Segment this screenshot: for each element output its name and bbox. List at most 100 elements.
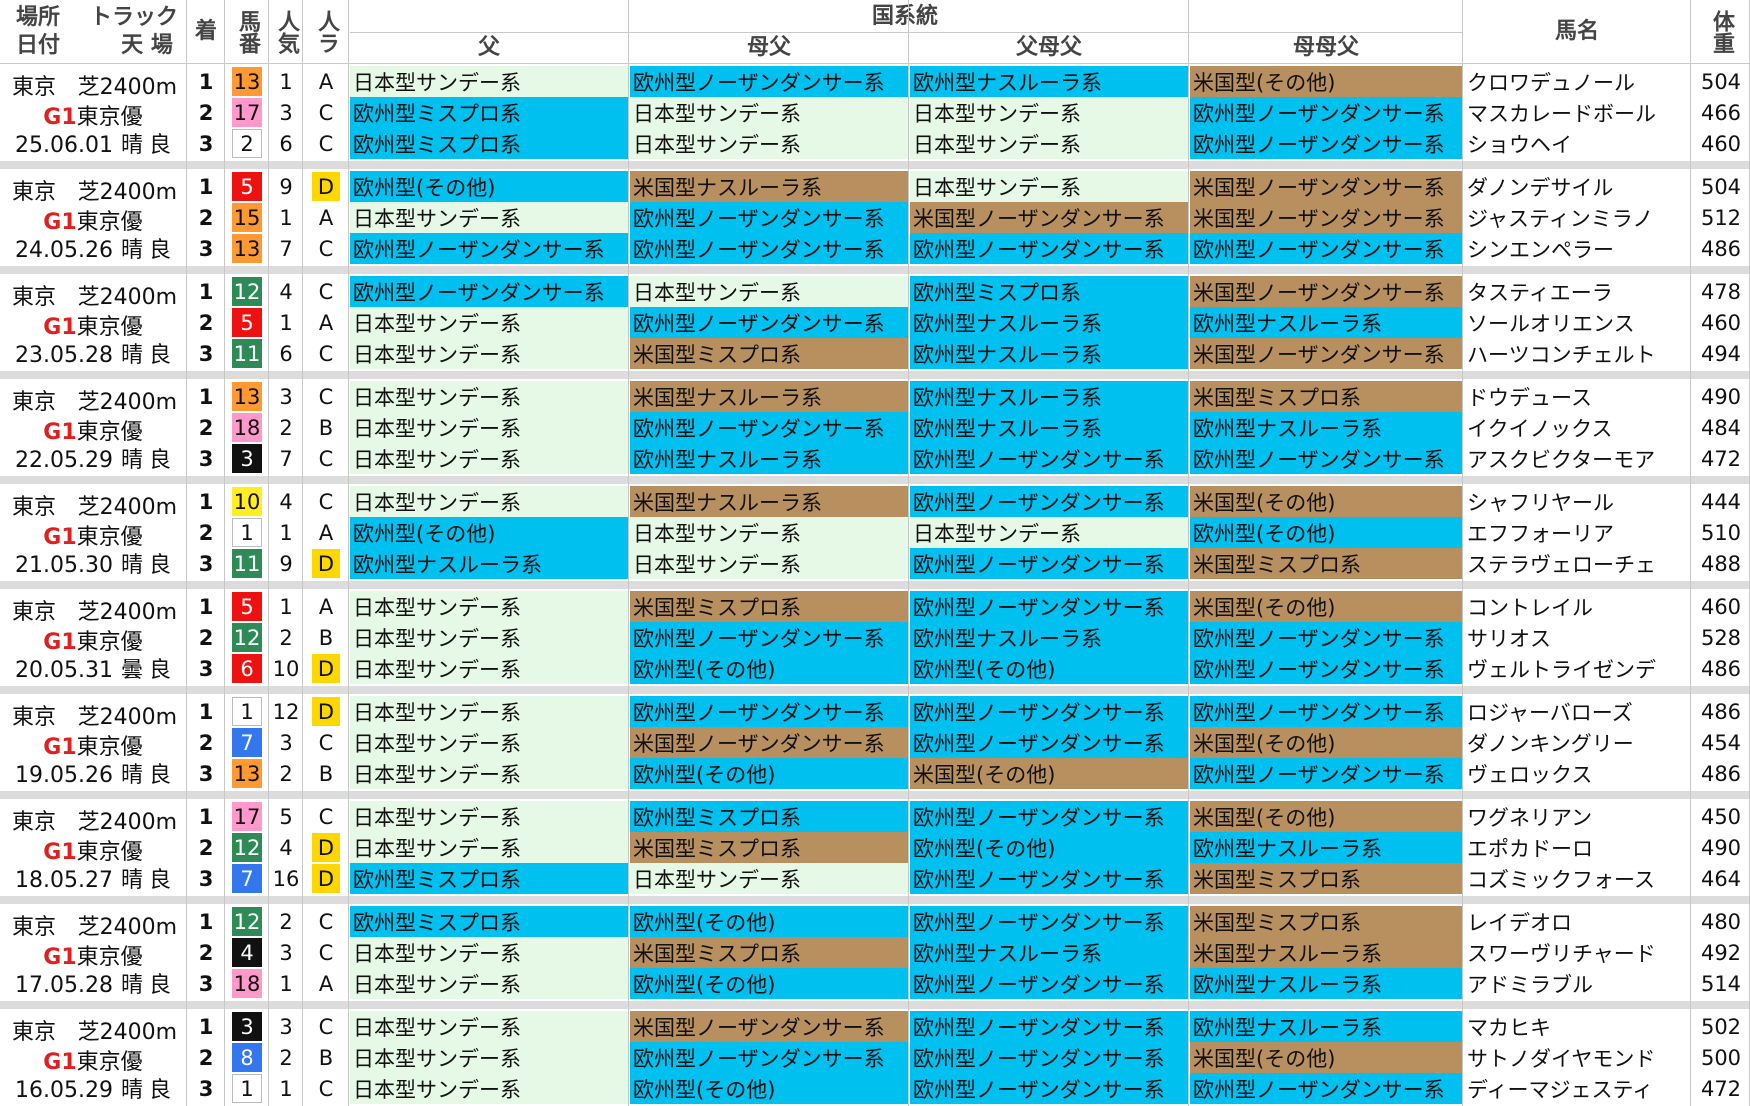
sire-lineage: 欧州型ミスプロ系 [350, 97, 628, 128]
horse-name: アスクビクターモア [1467, 447, 1656, 472]
popularity: 1 [279, 310, 293, 335]
horse-weight: 460 [1700, 131, 1742, 156]
sire-dam-sire-lineage: 欧州型ノーザンダンサー系 [910, 968, 1188, 999]
horse-name: イクイノックス [1467, 416, 1613, 441]
table-row[interactable]: 2 18 2 B 日本型サンデー系 欧州型ノーザンダンサー系 欧州型ナスルーラ系 欧州型ナスル… [0, 412, 1750, 443]
table-row[interactable]: 2 5 1 A 日本型サンデー系 欧州型ノーザンダンサー系 欧州型ナスルーラ系 欧州型ナスルー… [0, 307, 1750, 338]
horse-number-badge: 13 [226, 758, 268, 789]
horse-weight: 478 [1700, 279, 1742, 304]
horse-number-badge-text: 7 [232, 728, 262, 757]
header-chaku: 着 [194, 19, 217, 44]
finish-position: 3 [198, 236, 214, 261]
horse-number-badge: 11 [226, 338, 268, 369]
table-row[interactable]: 3 11 9 D 欧州型ナスルーラ系 日本型サンデー系 欧州型ノーザンダンサー系 米国型ミスプ… [0, 548, 1750, 579]
popularity-rank: B [318, 415, 334, 440]
table-row[interactable]: 3 7 16 D 欧州型ミスプロ系 日本型サンデー系 欧州型ノーザンダンサー系 米国型ミスプロ… [0, 863, 1750, 894]
horse-number-badge-text: 17 [232, 98, 262, 127]
horse-weight: 480 [1700, 909, 1742, 934]
table-row[interactable]: 1 5 1 A 日本型サンデー系 米国型ミスプロ系 欧州型ノーザンダンサー系 米国型(その他)… [0, 591, 1750, 622]
dam-dam-sire-lineage: 米国型(その他) [1190, 801, 1462, 832]
table-row[interactable]: 1 12 2 C 欧州型ミスプロ系 欧州型(その他) 欧州型ノーザンダンサー系 米国型ミスプロ… [0, 906, 1750, 937]
horse-number-badge-text: 11 [232, 549, 262, 578]
dam-dam-sire-lineage: 米国型ノーザンダンサー系 [1190, 171, 1462, 202]
table-row[interactable]: 2 4 3 C 日本型サンデー系 米国型ミスプロ系 欧州型ナスルーラ系 米国型ナスルーラ系 スワ… [0, 937, 1750, 968]
table-row[interactable]: 3 6 10 D 日本型サンデー系 欧州型(その他) 欧州型(その他) 欧州型ノーザンダンサー… [0, 653, 1750, 684]
header-ninki: 人気 [270, 0, 302, 64]
popularity: 9 [279, 551, 293, 576]
popularity-rank: C [318, 730, 334, 755]
dam-dam-sire-lineage: 米国型ノーザンダンサー系 [1190, 202, 1462, 233]
table-row[interactable]: 3 13 2 B 日本型サンデー系 欧州型(その他) 米国型(その他) 欧州型ノーザンダンサー… [0, 758, 1750, 789]
table-row[interactable]: 1 3 3 C 日本型サンデー系 米国型ノーザンダンサー系 欧州型ノーザンダンサー系 欧州型ナ… [0, 1011, 1750, 1042]
table-row[interactable]: 1 5 9 D 欧州型(その他) 米国型ナスルーラ系 日本型サンデー系 米国型ノーザンダンサー… [0, 171, 1750, 202]
sire-dam-sire-lineage: 欧州型(その他) [910, 653, 1188, 684]
dam-sire-lineage: 欧州型(その他) [630, 968, 908, 999]
table-row[interactable]: 2 17 3 C 欧州型ミスプロ系 日本型サンデー系 日本型サンデー系 欧州型ノーザンダンサー… [0, 97, 1750, 128]
dam-sire-lineage: 米国型ミスプロ系 [630, 937, 908, 968]
table-row[interactable]: 3 2 6 C 欧州型ミスプロ系 日本型サンデー系 日本型サンデー系 欧州型ノーザンダンサー系… [0, 128, 1750, 159]
race-separator [0, 896, 1750, 904]
table-row[interactable]: 2 7 3 C 日本型サンデー系 米国型ノーザンダンサー系 欧州型ノーザンダンサー系 米国型(… [0, 727, 1750, 758]
horse-number-badge-text: 6 [232, 654, 262, 683]
horse-number-badge: 8 [226, 1042, 268, 1073]
table-header: 場所 日付 トラック 天 場 着 馬番 人気 人ラ 国系統 父 母父 父母父 母… [0, 0, 1750, 64]
horse-number-badge: 12 [226, 622, 268, 653]
table-row[interactable]: 1 13 3 C 日本型サンデー系 米国型ナスルーラ系 欧州型ナスルーラ系 米国型ミスプロ系ド… [0, 381, 1750, 412]
column-divider [268, 0, 269, 1106]
column-divider [302, 0, 303, 1106]
table-row[interactable]: 2 12 2 B 日本型サンデー系 欧州型ノーザンダンサー系 欧州型ナスルーラ系 欧州型ノーザ… [0, 622, 1750, 653]
sire-lineage: 日本型サンデー系 [350, 486, 628, 517]
horse-number-badge: 6 [226, 653, 268, 684]
header-divider [350, 32, 1462, 33]
popularity-rank: C [318, 100, 334, 125]
table-row[interactable]: 1 12 4 C 欧州型ノーザンダンサー系 日本型サンデー系 欧州型ミスプロ系 米国型ノーザン… [0, 276, 1750, 307]
horse-number-badge-text: 12 [232, 833, 262, 862]
finish-position: 1 [198, 909, 214, 934]
table-row[interactable]: 3 18 1 A 日本型サンデー系 欧州型(その他) 欧州型ノーザンダンサー系 欧州型ナスルー… [0, 968, 1750, 999]
dam-dam-sire-lineage: 欧州型(その他) [1190, 517, 1462, 548]
popularity-rank-text: D [312, 172, 340, 201]
table-row[interactable]: 1 10 4 C 日本型サンデー系 米国型ナスルーラ系 欧州型ノーザンダンサー系 米国型(その… [0, 486, 1750, 517]
sire-lineage: 日本型サンデー系 [350, 801, 628, 832]
popularity-rank: C [318, 131, 334, 156]
horse-name: ロジャーバローズ [1467, 700, 1633, 725]
sire-lineage: 日本型サンデー系 [350, 66, 628, 97]
dam-dam-sire-lineage: 欧州型ナスルーラ系 [1190, 412, 1462, 443]
horse-weight: 460 [1700, 310, 1742, 335]
horse-name: マカヒキ [1467, 1015, 1551, 1040]
table-row[interactable]: 3 13 7 C 欧州型ノーザンダンサー系 欧州型ノーザンダンサー系 欧州型ノーザンダンサー… [0, 233, 1750, 264]
table-row[interactable]: 2 8 2 B 日本型サンデー系 欧州型ノーザンダンサー系 欧州型ノーザンダンサー系 米国型(… [0, 1042, 1750, 1073]
popularity: 6 [279, 131, 293, 156]
header-tenba: 天 場 [121, 33, 173, 58]
table-row[interactable]: 3 11 6 C 日本型サンデー系 米国型ミスプロ系 欧州型ナスルーラ系 米国型ノーザンダンサ… [0, 338, 1750, 369]
popularity: 2 [279, 415, 293, 440]
horse-weight: 528 [1700, 625, 1742, 650]
table-row[interactable]: 3 3 7 C 日本型サンデー系 欧州型ナスルーラ系 欧州型ノーザンダンサー系 欧州型ノーザン… [0, 443, 1750, 474]
sire-dam-sire-lineage: 欧州型ナスルーラ系 [910, 307, 1188, 338]
sire-dam-sire-lineage: 欧州型ノーザンダンサー系 [910, 801, 1188, 832]
table-row[interactable]: 3 1 1 C 日本型サンデー系 欧州型(その他) 欧州型ノーザンダンサー系 欧州型ノーザンダ… [0, 1073, 1750, 1104]
dam-sire-lineage: 欧州型ノーザンダンサー系 [630, 1042, 908, 1073]
finish-position: 1 [198, 699, 214, 724]
sire-lineage: 日本型サンデー系 [350, 443, 628, 474]
dam-dam-sire-lineage: 米国型ミスプロ系 [1190, 548, 1462, 579]
sire-lineage: 日本型サンデー系 [350, 653, 628, 684]
popularity: 4 [279, 489, 293, 514]
horse-number-badge-text: 5 [232, 592, 262, 621]
sire-dam-sire-lineage: 欧州型ナスルーラ系 [910, 66, 1188, 97]
table-row[interactable]: 2 12 4 D 日本型サンデー系 米国型ミスプロ系 欧州型(その他) 欧州型ナスルーラ系 エポ… [0, 832, 1750, 863]
race-separator [0, 686, 1750, 694]
table-row[interactable]: 1 13 1 A 日本型サンデー系 欧州型ノーザンダンサー系 欧州型ナスルーラ系 米国型(その… [0, 66, 1750, 97]
table-row[interactable]: 2 15 1 A 日本型サンデー系 欧州型ノーザンダンサー系 米国型ノーザンダンサー系 米国型… [0, 202, 1750, 233]
horse-weight: 486 [1700, 236, 1742, 261]
table-row[interactable]: 1 17 5 C 日本型サンデー系 欧州型ミスプロ系 欧州型ノーザンダンサー系 米国型(その他… [0, 801, 1750, 832]
sire-lineage: 日本型サンデー系 [350, 1011, 628, 1042]
horse-weight: 494 [1700, 341, 1742, 366]
sire-dam-sire-lineage: 欧州型(その他) [910, 832, 1188, 863]
table-row[interactable]: 2 1 1 A 欧州型(その他) 日本型サンデー系 日本型サンデー系 欧州型(その他) エフフォ… [0, 517, 1750, 548]
horse-number-badge-text: 12 [232, 907, 262, 936]
sire-dam-sire-lineage: 欧州型ナスルーラ系 [910, 338, 1188, 369]
horse-number-badge-text: 1 [232, 1074, 262, 1103]
horse-name: ドウデュース [1467, 385, 1592, 410]
table-row[interactable]: 1 1 12 D 日本型サンデー系 欧州型ノーザンダンサー系 欧州型ノーザンダンサー系 欧州型… [0, 696, 1750, 727]
